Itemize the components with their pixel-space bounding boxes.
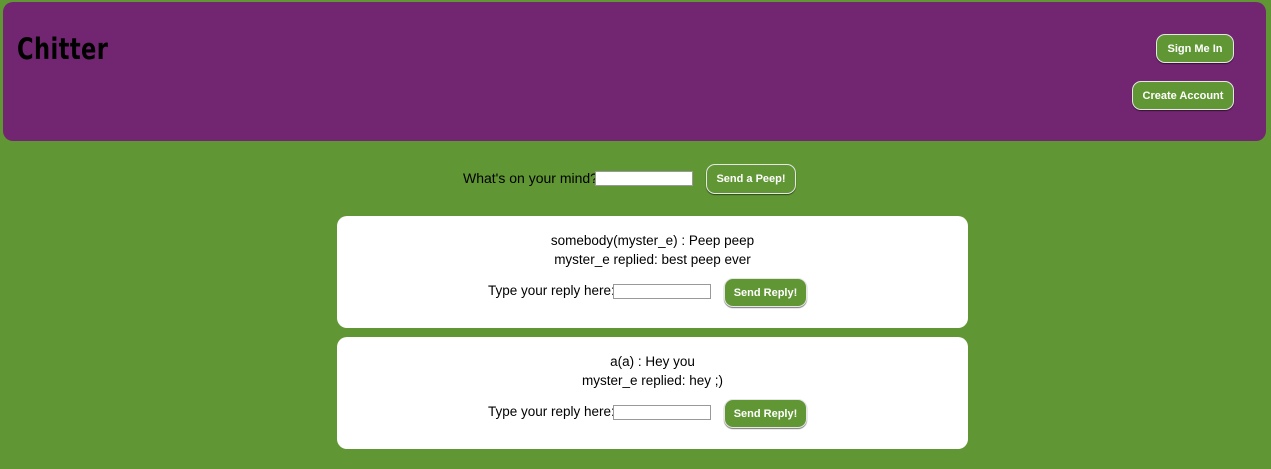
send-reply-button[interactable]: Send Reply! [724,399,807,428]
peep-card: somebody(myster_e) : Peep peep myster_e … [337,216,968,328]
peep-reply-text: myster_e replied: hey ;) [581,373,724,388]
send-reply-button[interactable]: Send Reply! [724,278,807,307]
site-logo: Chitter [17,32,109,66]
peep-card: a(a) : Hey you myster_e replied: hey ;) … [337,337,968,449]
peep-reply-text: myster_e replied: best peep ever [554,252,751,267]
peep-text: somebody(myster_e) : Peep peep [550,233,755,248]
peep-input[interactable] [595,171,693,186]
reply-input[interactable] [613,284,711,299]
sign-in-button[interactable]: Sign Me In [1156,34,1234,63]
site-header: Chitter Sign Me In Create Account [3,2,1266,141]
compose-label: What's on your mind? [463,170,598,186]
send-peep-button[interactable]: Send a Peep! [706,164,796,194]
reply-label: Type your reply here: [488,283,615,298]
reply-label: Type your reply here: [488,404,615,419]
peep-text: a(a) : Hey you [610,354,695,369]
create-account-button[interactable]: Create Account [1132,81,1234,110]
reply-input[interactable] [613,405,711,420]
